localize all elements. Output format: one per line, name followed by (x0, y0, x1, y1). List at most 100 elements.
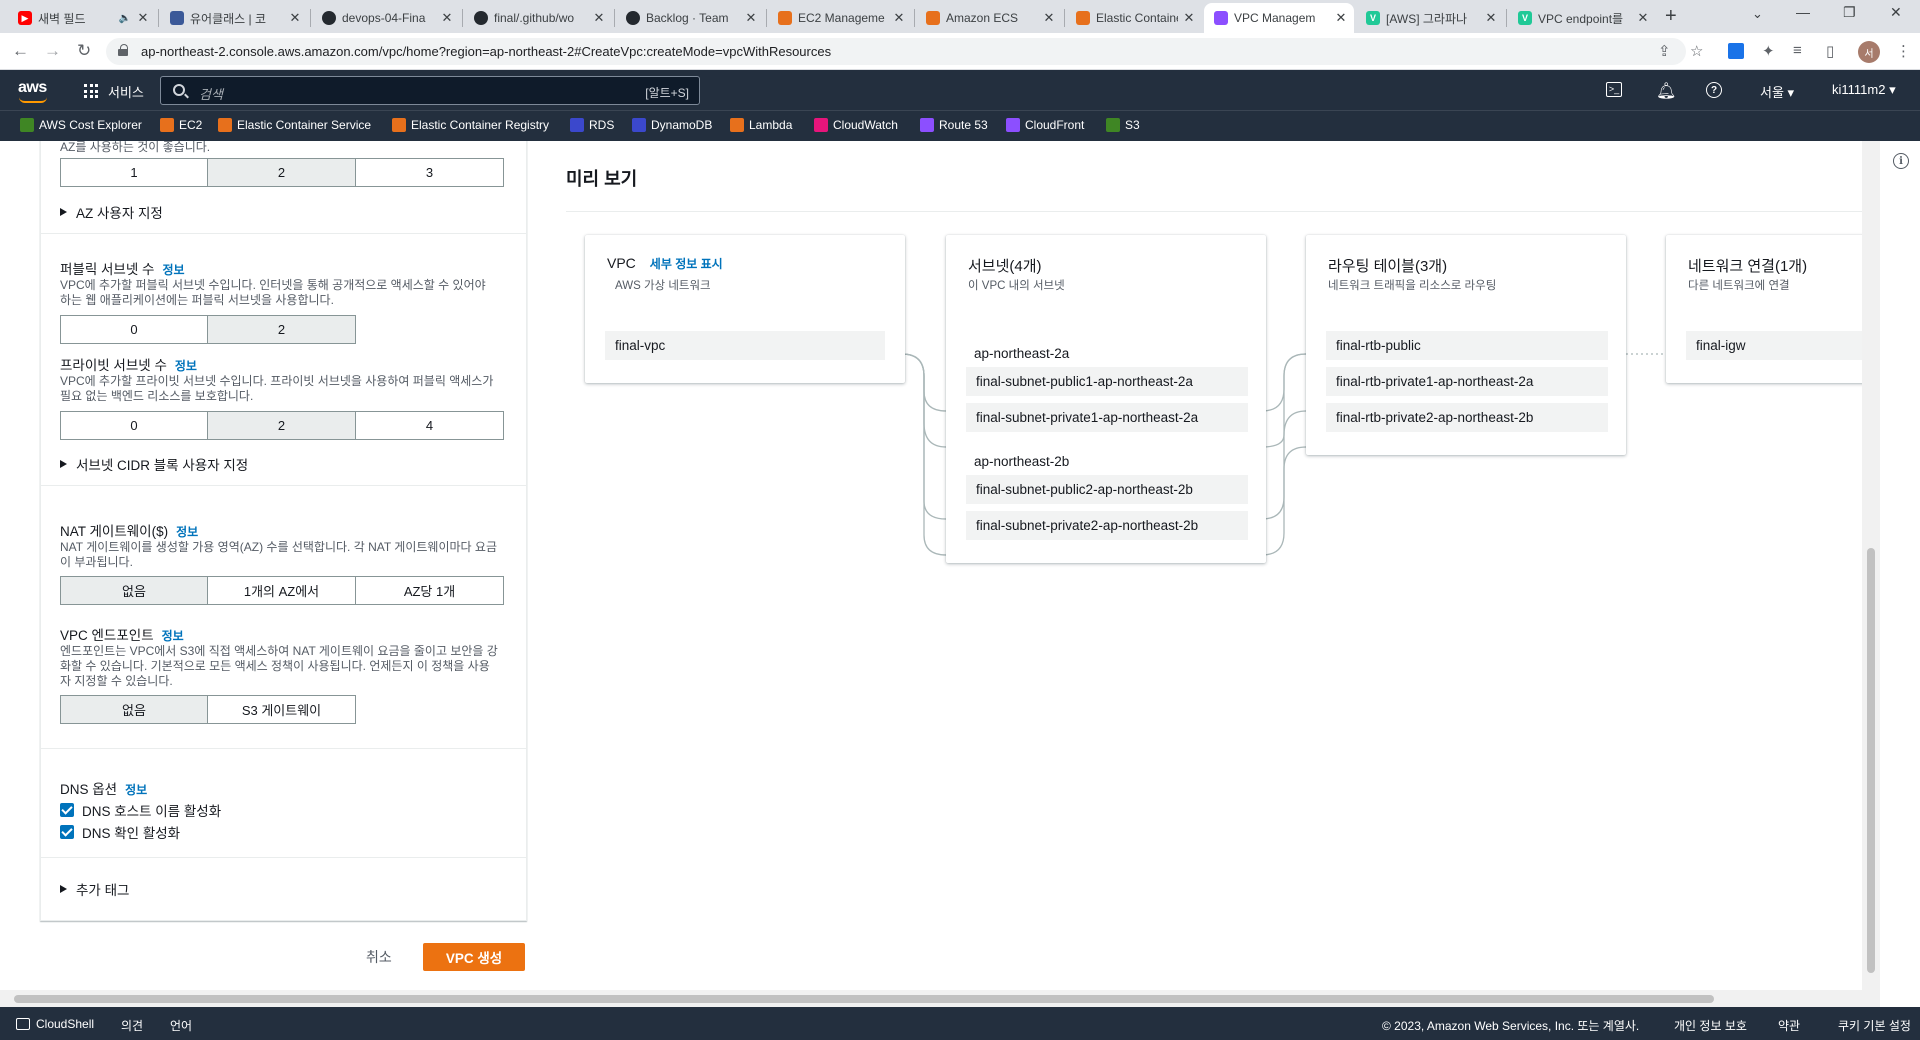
private-subnet-option-4[interactable]: 4 (356, 411, 504, 440)
aws-logo[interactable]: aws (18, 79, 47, 97)
vertical-scrollbar-thumb[interactable] (1867, 548, 1875, 973)
nat-option-one-az[interactable]: 1개의 AZ에서 (208, 576, 356, 605)
route-table-resource[interactable]: final-rtb-private1-ap-northeast-2a (1326, 367, 1608, 396)
info-link[interactable]: 정보 (176, 525, 198, 539)
cancel-button[interactable]: 취소 (366, 947, 392, 967)
nat-option-per-az[interactable]: AZ당 1개 (356, 576, 504, 605)
close-tab-icon[interactable]: ✕ (136, 10, 150, 26)
window-close-icon[interactable]: ✕ (1890, 4, 1902, 21)
browser-tab[interactable]: 유어클래스 | 코 ✕ (160, 3, 308, 33)
cidr-custom-expander[interactable]: 서브넷 CIDR 블록 사용자 지정 (60, 454, 248, 474)
region-selector[interactable]: 서울 ▾ (1760, 82, 1794, 101)
lock-icon[interactable] (118, 44, 128, 56)
url-text[interactable]: ap-northeast-2.console.aws.amazon.com/vp… (141, 44, 831, 59)
close-tab-icon[interactable]: ✕ (1334, 10, 1348, 26)
show-details-link[interactable]: 세부 정보 표시 (650, 257, 723, 271)
subnet-resource[interactable]: final-subnet-public2-ap-northeast-2b (966, 475, 1248, 504)
browser-tab[interactable]: Backlog · Team ✕ (616, 3, 764, 33)
language-link[interactable]: 언어 (170, 1017, 192, 1034)
favorite-ec2[interactable]: EC2 (160, 118, 202, 132)
browser-menu-icon[interactable]: ⋮ (1896, 42, 1911, 60)
close-tab-icon[interactable]: ✕ (1182, 10, 1196, 26)
browser-tab[interactable]: V [AWS] 그라파나 ✕ (1356, 3, 1504, 33)
favorite-rds[interactable]: RDS (570, 118, 614, 132)
info-panel-icon[interactable]: i (1893, 153, 1909, 169)
close-tab-icon[interactable]: ✕ (1636, 10, 1650, 26)
vertical-scrollbar[interactable] (1862, 141, 1880, 990)
favorite-lambda[interactable]: Lambda (730, 118, 792, 132)
help-icon[interactable]: ? (1706, 82, 1722, 98)
close-tab-icon[interactable]: ✕ (1042, 10, 1056, 26)
browser-tab[interactable]: Elastic Containe ✕ (1066, 3, 1202, 33)
nat-option-none[interactable]: 없음 (60, 576, 208, 605)
additional-tags-expander[interactable]: 추가 태그 (60, 879, 129, 899)
browser-tab[interactable]: ▶ 새벽 필드 🔈 ✕ (8, 3, 156, 33)
browser-tab[interactable]: V VPC endpoint를 ✕ (1508, 3, 1656, 33)
back-arrow-icon[interactable]: ← (12, 41, 29, 61)
favorite-cost-explorer[interactable]: AWS Cost Explorer (20, 118, 142, 132)
extensions-puzzle-icon[interactable]: ✦ (1762, 42, 1775, 60)
terms-link[interactable]: 약관 (1778, 1017, 1800, 1034)
close-tab-icon[interactable]: ✕ (592, 10, 606, 26)
close-tab-icon[interactable]: ✕ (440, 10, 454, 26)
horizontal-scrollbar-thumb[interactable] (14, 995, 1714, 1003)
info-link[interactable]: 정보 (175, 359, 197, 373)
feedback-link[interactable]: 의견 (121, 1017, 143, 1034)
services-menu[interactable]: 서비스 (108, 82, 144, 101)
cloudshell-icon[interactable]: >_ (1606, 82, 1622, 97)
info-link[interactable]: 정보 (162, 629, 184, 643)
public-subnet-option-2[interactable]: 2 (208, 315, 356, 344)
privacy-link[interactable]: 개인 정보 보호 (1674, 1017, 1747, 1034)
minimize-icon[interactable]: — (1796, 4, 1810, 20)
close-tab-icon[interactable]: ✕ (1484, 10, 1498, 26)
browser-tab[interactable]: devops-04-Fina ✕ (312, 3, 460, 33)
services-grid-icon[interactable] (84, 84, 98, 98)
translate-extension-icon[interactable] (1728, 43, 1744, 59)
browser-tab[interactable]: final/.github/wo ✕ (464, 3, 612, 33)
browser-tab-active[interactable]: VPC Managem ✕ (1204, 3, 1354, 33)
horizontal-scrollbar[interactable] (0, 990, 1880, 1007)
info-link[interactable]: 정보 (162, 263, 184, 277)
restore-icon[interactable]: ❐ (1843, 4, 1856, 21)
internet-gateway-resource[interactable]: final-igw (1686, 331, 1880, 360)
favorite-cloudwatch[interactable]: CloudWatch (814, 118, 898, 132)
search-input[interactable]: 검색 [알트+S] (160, 76, 700, 105)
private-subnet-option-0[interactable]: 0 (60, 411, 208, 440)
az-option-1[interactable]: 1 (60, 158, 208, 187)
side-panel-icon[interactable]: ▯ (1826, 42, 1834, 60)
subnet-resource[interactable]: final-subnet-private1-ap-northeast-2a (966, 403, 1248, 432)
checkbox-checked-icon[interactable] (60, 825, 74, 839)
checkbox-checked-icon[interactable] (60, 803, 74, 817)
subnet-resource[interactable]: final-subnet-public1-ap-northeast-2a (966, 367, 1248, 396)
subnet-resource[interactable]: final-subnet-private2-ap-northeast-2b (966, 511, 1248, 540)
browser-tab[interactable]: EC2 Manageme ✕ (768, 3, 912, 33)
az-custom-expander[interactable]: AZ 사용자 지정 (60, 202, 163, 222)
close-tab-icon[interactable]: ✕ (288, 10, 302, 26)
cookie-preferences-link[interactable]: 쿠키 기본 설정 (1838, 1017, 1911, 1034)
favorite-ecr[interactable]: Elastic Container Registry (392, 118, 549, 132)
route-table-resource[interactable]: final-rtb-public (1326, 331, 1608, 360)
cloudshell-footer-link[interactable]: CloudShell (16, 1017, 94, 1031)
close-tab-icon[interactable]: ✕ (892, 10, 906, 26)
forward-arrow-icon[interactable]: → (44, 41, 61, 61)
public-subnet-option-0[interactable]: 0 (60, 315, 208, 344)
bookmark-star-icon[interactable]: ☆ (1690, 42, 1703, 60)
route-table-resource[interactable]: final-rtb-private2-ap-northeast-2b (1326, 403, 1608, 432)
dns-hostnames-checkbox[interactable]: DNS 호스트 이름 활성화 (60, 800, 221, 820)
omnibox[interactable]: ap-northeast-2.console.aws.amazon.com/vp… (106, 38, 1686, 65)
share-icon[interactable]: ⇪ (1658, 42, 1671, 60)
new-tab-icon[interactable]: + (1665, 5, 1677, 28)
favorite-dynamodb[interactable]: DynamoDB (632, 118, 712, 132)
close-tab-icon[interactable]: ✕ (744, 10, 758, 26)
profile-avatar[interactable]: 서 (1858, 41, 1880, 63)
favorite-ecs[interactable]: Elastic Container Service (218, 118, 371, 132)
tab-search-chevron-icon[interactable]: ⌄ (1752, 6, 1763, 22)
browser-tab[interactable]: Amazon ECS ✕ (916, 3, 1062, 33)
info-link[interactable]: 정보 (125, 783, 147, 797)
create-vpc-button[interactable]: VPC 생성 (423, 943, 525, 971)
reload-icon[interactable]: ↻ (77, 41, 91, 61)
favorite-cloudfront[interactable]: CloudFront (1006, 118, 1084, 132)
vpc-resource[interactable]: final-vpc (605, 331, 885, 360)
private-subnet-option-2[interactable]: 2 (208, 411, 356, 440)
favorite-route53[interactable]: Route 53 (920, 118, 988, 132)
